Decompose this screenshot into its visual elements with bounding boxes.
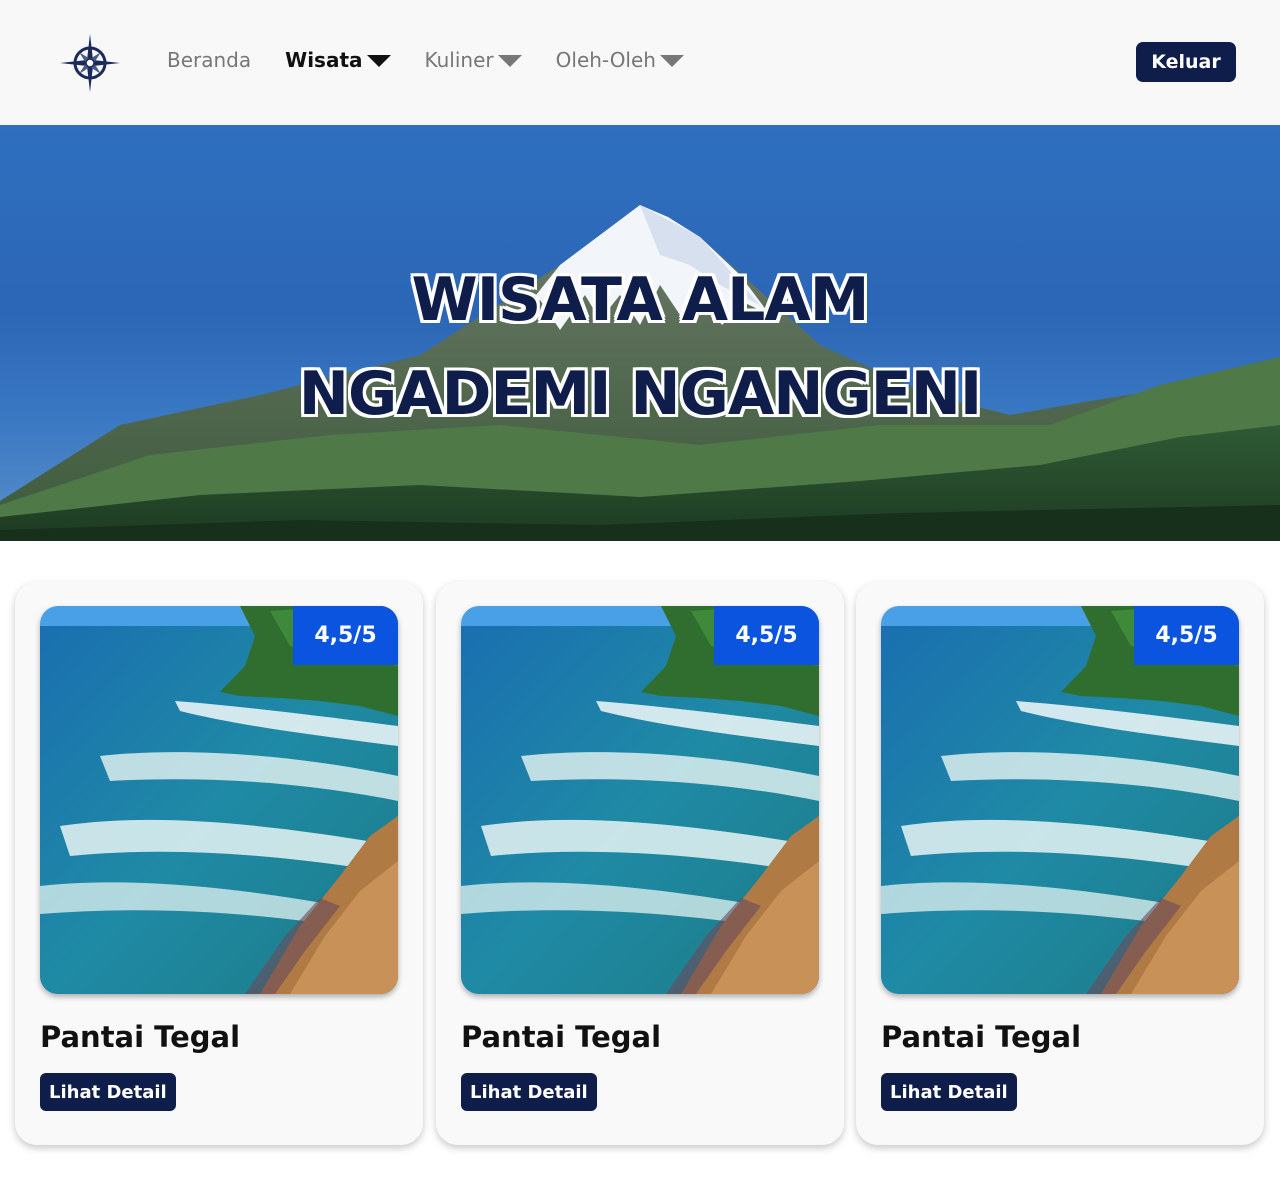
hero-title-line-1: WISATA ALAM bbox=[411, 265, 870, 335]
destination-title: Pantai Tegal bbox=[881, 1020, 1082, 1054]
destination-image[interactable]: 4,5/5 bbox=[881, 606, 1239, 994]
rating-badge: 4,5/5 bbox=[714, 606, 819, 665]
view-detail-button[interactable]: Lihat Detail bbox=[40, 1073, 176, 1111]
destination-title: Pantai Tegal bbox=[40, 1020, 241, 1054]
nav-item-wisata[interactable]: Wisata bbox=[285, 48, 391, 72]
main-nav: Beranda Wisata Kuliner Oleh-Oleh bbox=[167, 48, 718, 72]
logout-button[interactable]: Keluar bbox=[1136, 42, 1236, 82]
nav-item-oleh-oleh[interactable]: Oleh-Oleh bbox=[556, 48, 684, 72]
nav-label-oleh-oleh: Oleh-Oleh bbox=[555, 48, 656, 72]
caret-down-icon bbox=[659, 55, 684, 67]
rating-badge: 4,5/5 bbox=[1134, 606, 1239, 665]
nav-label-wisata: Wisata bbox=[285, 48, 363, 72]
caret-down-icon bbox=[497, 55, 522, 67]
destination-title: Pantai Tegal bbox=[461, 1020, 662, 1054]
nav-label-kuliner: Kuliner bbox=[424, 48, 494, 72]
destination-card: 4,5/5 Pantai Tegal Lihat Detail bbox=[856, 582, 1264, 1145]
destination-card: 4,5/5 Pantai Tegal Lihat Detail bbox=[15, 582, 423, 1145]
caret-down-icon bbox=[366, 55, 391, 67]
rating-badge: 4,5/5 bbox=[293, 606, 398, 665]
nav-item-beranda[interactable]: Beranda bbox=[167, 48, 251, 72]
nav-item-kuliner[interactable]: Kuliner bbox=[425, 48, 522, 72]
compass-logo-icon[interactable] bbox=[60, 34, 120, 92]
nav-label-beranda: Beranda bbox=[167, 48, 252, 72]
view-detail-button[interactable]: Lihat Detail bbox=[461, 1073, 597, 1111]
destination-card: 4,5/5 Pantai Tegal Lihat Detail bbox=[436, 582, 844, 1145]
destination-image[interactable]: 4,5/5 bbox=[40, 606, 398, 994]
view-detail-button[interactable]: Lihat Detail bbox=[881, 1073, 1017, 1111]
hero-banner: WISATA ALAM NGADEMI NGANGENI bbox=[0, 125, 1280, 541]
hero-title-line-2: NGADEMI NGANGENI bbox=[298, 359, 983, 429]
destination-image[interactable]: 4,5/5 bbox=[461, 606, 819, 994]
hero-title: WISATA ALAM NGADEMI NGANGENI bbox=[0, 253, 1280, 441]
navbar: Beranda Wisata Kuliner Oleh-Oleh Keluar bbox=[0, 0, 1280, 125]
